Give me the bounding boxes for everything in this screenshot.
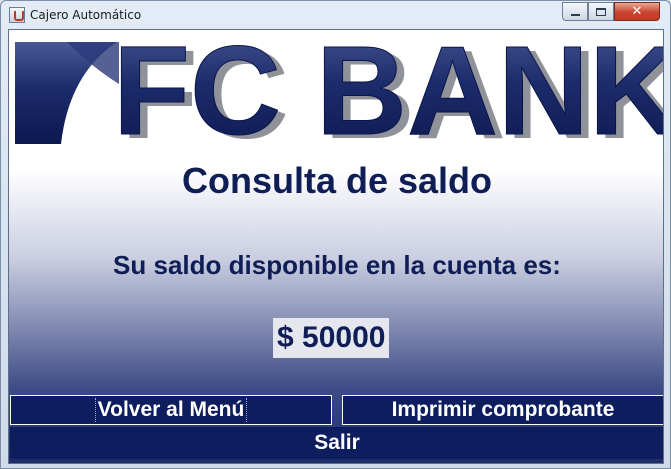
close-button[interactable]: ✕ — [614, 2, 660, 21]
balance-label: Su saldo disponible en la cuenta es: — [113, 250, 561, 280]
back-to-menu-button[interactable]: Volver al Menú — [10, 395, 332, 425]
exit-label: Salir — [314, 431, 360, 454]
print-receipt-button[interactable]: Imprimir comprobante — [342, 395, 663, 425]
title-bar[interactable]: Cajero Automático ✕ — [1, 1, 670, 29]
atm-panel: FC BANK FC BANK Consulta de saldo Su sal… — [8, 29, 664, 464]
minimize-button[interactable] — [562, 2, 588, 21]
maximize-button[interactable] — [588, 2, 614, 21]
window-title: Cajero Automático — [30, 8, 142, 22]
exit-button[interactable]: Salir — [10, 427, 663, 459]
page-title: Consulta de saldo — [181, 160, 493, 201]
back-to-menu-label: Volver al Menú — [94, 398, 248, 422]
print-receipt-label: Imprimir comprobante — [391, 398, 615, 421]
balance-value: $ 50000 — [273, 318, 390, 358]
maximize-icon — [596, 7, 606, 16]
app-window: Cajero Automático ✕ FC BANK FC BANK Cons… — [0, 0, 671, 469]
logo-text: FC BANK — [113, 34, 664, 152]
fc-bank-logo: FC BANK FC BANK — [15, 34, 664, 152]
minimize-icon — [570, 13, 580, 16]
java-app-icon — [9, 7, 25, 23]
close-icon: ✕ — [631, 4, 643, 19]
